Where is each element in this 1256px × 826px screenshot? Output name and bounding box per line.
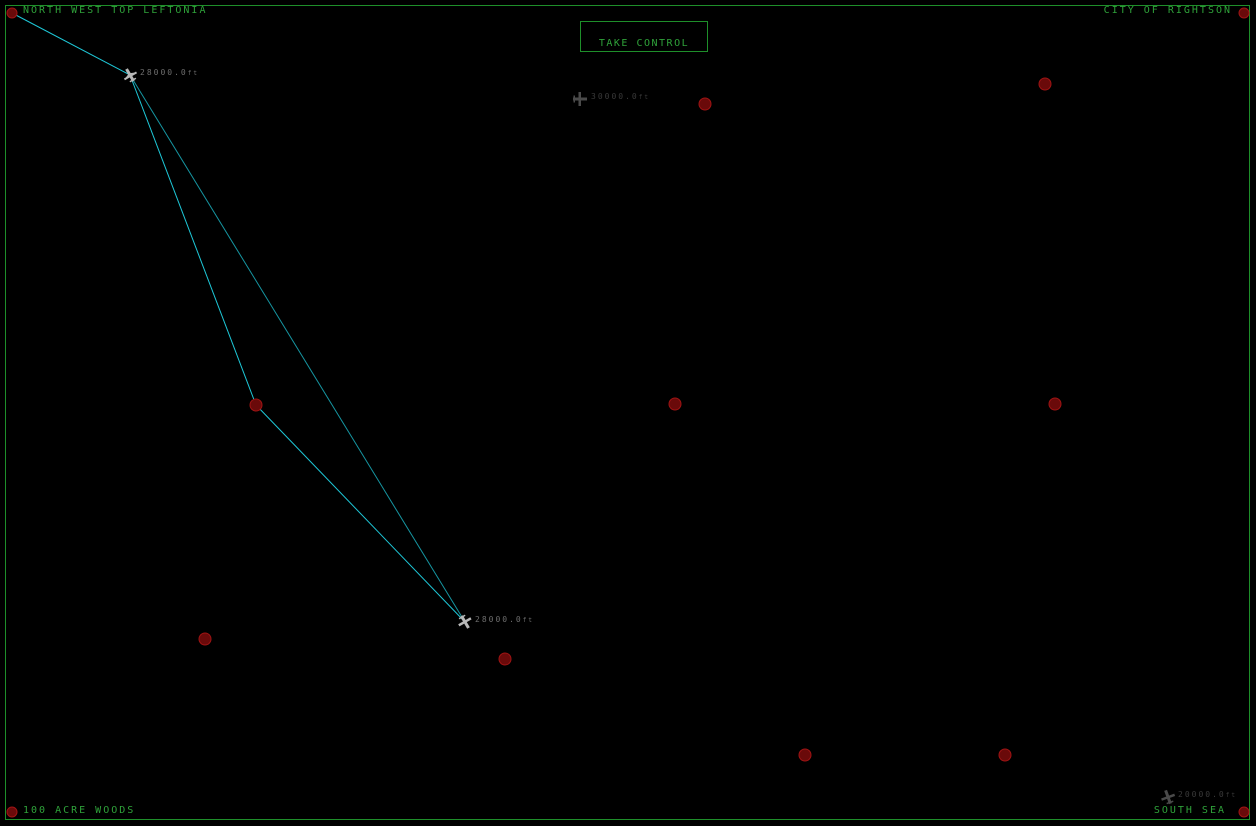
waypoint-icon[interactable]	[798, 748, 812, 762]
waypoint-icon[interactable]	[249, 398, 263, 412]
aircraft-1[interactable]: 28000.0ft	[120, 65, 199, 84]
waypoint-icon[interactable]	[1048, 397, 1062, 411]
airspace-map: 28000.0ft 30000.0ft 28000.0ft 20000.0ft	[6, 7, 1250, 818]
altitude-label: 28000.0ft	[475, 615, 534, 624]
waypoint-icon[interactable]	[6, 7, 18, 19]
waypoint-icon[interactable]	[6, 806, 18, 818]
radar-screen: 28000.0ft 30000.0ft 28000.0ft 20000.0ft …	[0, 0, 1256, 826]
airplane-icon[interactable]	[120, 65, 139, 84]
route-line-direct	[129, 74, 466, 623]
waypoint-icon[interactable]	[1238, 806, 1250, 818]
waypoint-icon[interactable]	[198, 632, 212, 646]
region-label-northeast: CITY OF RIGHTSON	[1103, 5, 1232, 16]
waypoint-icon[interactable]	[668, 397, 682, 411]
waypoints	[6, 7, 1250, 818]
waypoint-icon[interactable]	[498, 652, 512, 666]
waypoint-icon[interactable]	[998, 748, 1012, 762]
aircraft-3[interactable]: 28000.0ft	[455, 612, 534, 631]
region-label-southeast: SOUTH SEA	[1153, 805, 1226, 816]
altitude-label: 30000.0ft	[591, 92, 650, 101]
airplane-icon[interactable]	[1159, 788, 1177, 806]
route-lines	[11, 12, 466, 623]
airplane-icon[interactable]	[573, 92, 587, 106]
take-control-button[interactable]: TAKE CONTROL	[580, 21, 708, 52]
altitude-label: 28000.0ft	[140, 68, 199, 77]
route-line-lower-leg	[255, 404, 466, 623]
route-line-entry	[11, 12, 131, 76]
waypoint-icon[interactable]	[698, 97, 712, 111]
region-label-northwest: NORTH WEST TOP LEFTONIA	[23, 5, 208, 16]
altitude-label: 20000.0ft	[1178, 790, 1237, 799]
aircraft-2[interactable]: 30000.0ft	[573, 92, 650, 106]
route-line-left-leg	[129, 74, 257, 406]
region-label-southwest: 100 ACRE WOODS	[23, 805, 136, 816]
waypoint-icon[interactable]	[1238, 7, 1250, 19]
waypoint-icon[interactable]	[1038, 77, 1052, 91]
aircraft-4[interactable]: 20000.0ft	[1159, 788, 1237, 806]
